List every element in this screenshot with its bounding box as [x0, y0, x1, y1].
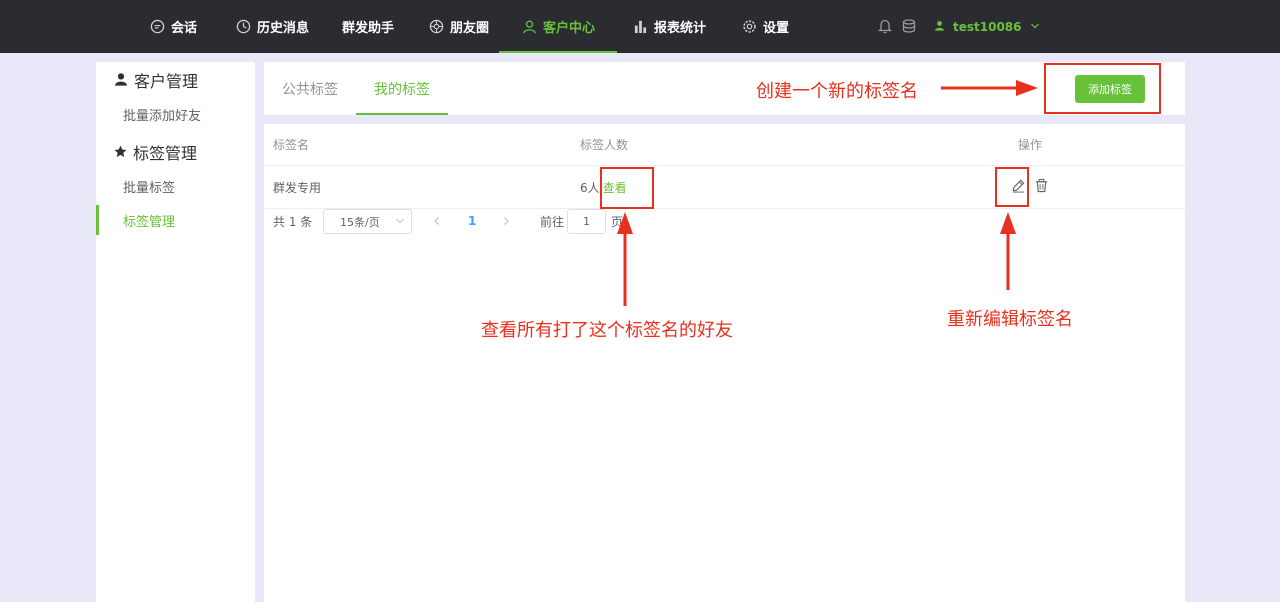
- sidebar-item-tag-management[interactable]: 标签管理: [96, 205, 255, 235]
- table-divider: [264, 165, 1185, 166]
- nav-item-customer-center[interactable]: 客户中心: [498, 0, 618, 53]
- goto-prefix: 前往: [540, 214, 565, 229]
- tag-count: 6人: [580, 180, 600, 195]
- annotation-edit-tag: 重新编辑标签名: [947, 309, 1073, 330]
- sidebar-group-label: 标签管理: [133, 144, 198, 163]
- nav-label: 会话: [171, 21, 198, 36]
- chevron-right-icon: [504, 217, 509, 225]
- sidebar: 客户管理 批量添加好友 标签管理 批量标签 标签管理: [96, 62, 255, 602]
- nav-label: 群发助手: [342, 21, 395, 36]
- nav-label: 设置: [763, 21, 790, 36]
- nav-item-history[interactable]: 历史消息: [235, 0, 309, 53]
- clock-icon: [235, 19, 251, 35]
- pagination-total: 共 1 条: [273, 214, 313, 229]
- trash-icon[interactable]: [1034, 178, 1050, 194]
- nav-item-settings[interactable]: 设置: [741, 0, 789, 53]
- tab-label: 公共标签: [282, 81, 338, 98]
- nav-item-chat[interactable]: 会话: [149, 0, 197, 53]
- nav-item-reports[interactable]: 报表统计: [632, 0, 706, 53]
- nav-item-broadcast[interactable]: 群发助手: [342, 0, 394, 53]
- nav-label: 客户中心: [543, 21, 596, 36]
- sidebar-item-bulk-tags[interactable]: 批量标签: [96, 171, 255, 201]
- page-size-select[interactable]: 15条/页: [323, 209, 412, 234]
- user-menu[interactable]: test10086: [934, 0, 1040, 53]
- sidebar-item-label: 标签管理: [123, 214, 176, 230]
- annotation-box-view: [600, 167, 654, 209]
- nav-label: 朋友圈: [450, 21, 490, 36]
- page-size-value: 15条/页: [340, 215, 380, 229]
- sidebar-item-label: 批量添加好友: [123, 108, 202, 124]
- annotation-box-add-tag: [1044, 63, 1161, 114]
- column-header-tag-count: 标签人数: [580, 138, 629, 152]
- chevron-down-icon: [1030, 20, 1040, 34]
- nav-item-moments[interactable]: 朋友圈: [428, 0, 489, 53]
- user-icon: [934, 20, 945, 34]
- annotation-view-friends: 查看所有打了这个标签名的好友: [481, 320, 733, 341]
- sidebar-item-label: 批量标签: [123, 180, 176, 196]
- chevron-left-icon: [434, 217, 439, 225]
- top-nav-bar: 会话 历史消息 群发助手 朋友圈 客户中心 报表统计 设置 test10086: [0, 0, 1280, 53]
- database-icon[interactable]: [901, 18, 919, 36]
- sidebar-item-bulk-add-friends[interactable]: 批量添加好友: [96, 99, 255, 129]
- column-header-actions: 操作: [1018, 138, 1043, 152]
- cell-tag-name: 群发专用: [273, 180, 322, 195]
- sidebar-group-customer-management: 客户管理: [114, 68, 198, 92]
- next-page-button[interactable]: [501, 208, 511, 234]
- tab-my-tags[interactable]: 我的标签: [356, 62, 448, 115]
- username: test10086: [953, 19, 1022, 34]
- column-header-tag-name: 标签名: [273, 138, 310, 152]
- chevron-down-icon: [395, 216, 405, 229]
- tab-label: 我的标签: [374, 81, 430, 98]
- sidebar-group-tag-management: 标签管理: [114, 140, 197, 164]
- tag-table: 标签名 标签人数 操作 群发专用 6人 查看 共 1 条 15条/页 1 前往 …: [264, 124, 1185, 602]
- annotation-create-tag: 创建一个新的标签名: [756, 81, 918, 102]
- user-icon: [521, 19, 537, 35]
- nav-label: 历史消息: [257, 21, 310, 36]
- bell-icon[interactable]: [877, 18, 895, 36]
- annotation-box-edit: [995, 167, 1029, 207]
- tab-public-tags[interactable]: 公共标签: [282, 62, 338, 115]
- star-icon: [114, 143, 127, 162]
- goto-suffix: 页: [611, 214, 624, 229]
- chat-icon: [149, 19, 165, 35]
- goto-page-input[interactable]: [567, 209, 606, 234]
- nav-label: 报表统计: [654, 21, 707, 36]
- gear-icon: [741, 19, 757, 35]
- prev-page-button[interactable]: [432, 208, 442, 234]
- bar-chart-icon: [632, 19, 648, 35]
- sidebar-group-label: 客户管理: [134, 72, 199, 91]
- page-number-current[interactable]: 1: [468, 208, 476, 234]
- user-icon: [114, 71, 128, 90]
- aperture-icon: [428, 19, 444, 35]
